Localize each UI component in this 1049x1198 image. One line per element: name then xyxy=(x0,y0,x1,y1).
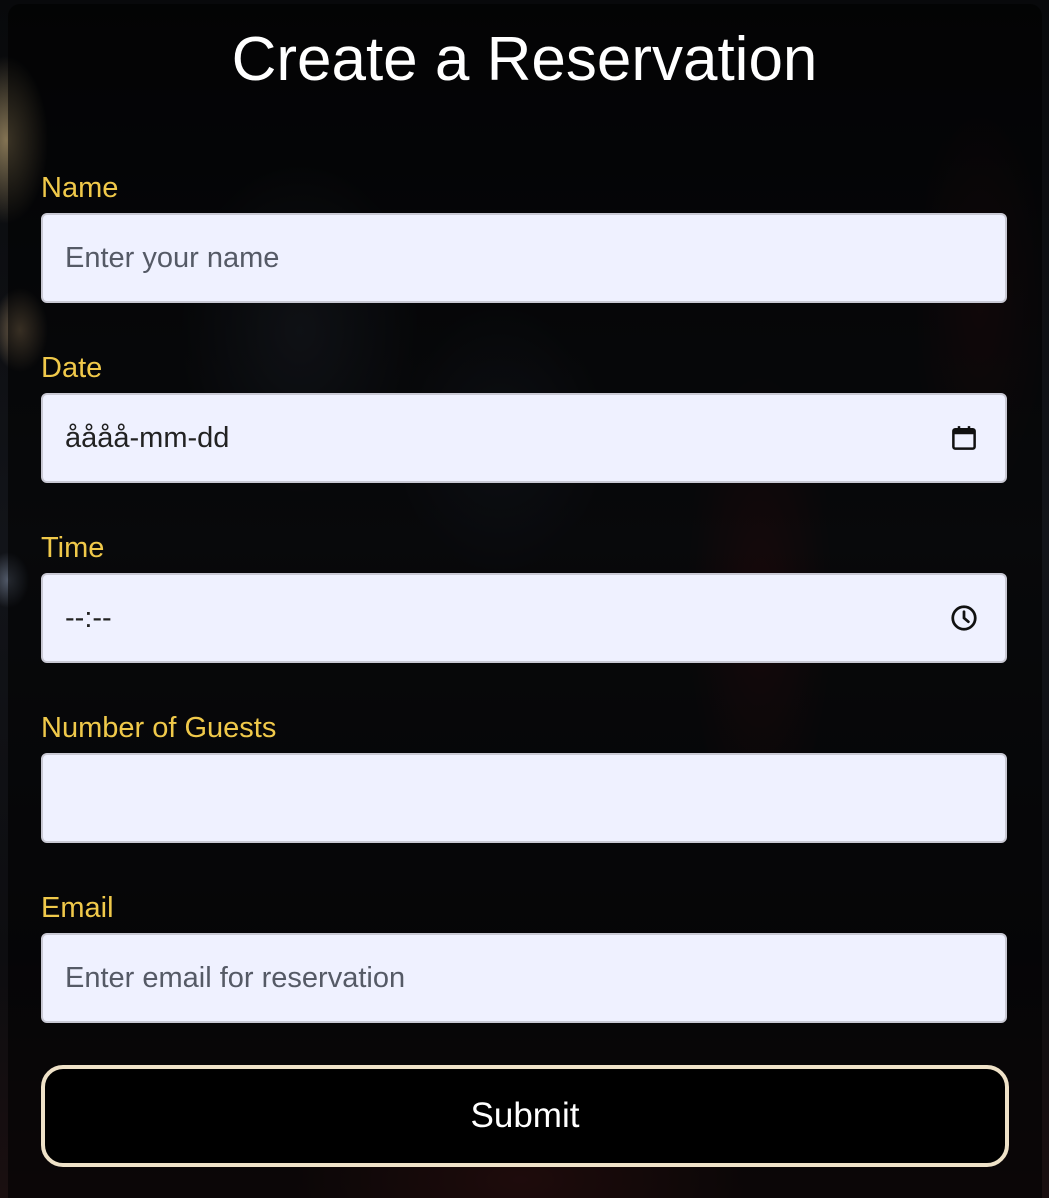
name-input[interactable] xyxy=(43,215,1005,301)
clock-icon[interactable] xyxy=(949,603,979,633)
guests-input[interactable] xyxy=(43,755,1005,841)
name-label: Name xyxy=(41,172,119,204)
date-format-text: åååå-mm-dd xyxy=(65,422,230,454)
date-label: Date xyxy=(41,352,103,384)
email-input[interactable] xyxy=(43,935,1005,1021)
page-title: Create a Reservation xyxy=(231,25,818,94)
name-field-box xyxy=(41,213,1007,303)
background: Create a Reservation Name Date åååå-mm-d… xyxy=(0,0,1049,1198)
submit-button[interactable]: Submit xyxy=(41,1065,1009,1167)
time-format-text: --:-- xyxy=(65,602,112,634)
date-input[interactable]: åååå-mm-dd xyxy=(41,393,1007,483)
time-label: Time xyxy=(41,532,105,564)
calendar-icon[interactable] xyxy=(949,423,979,453)
email-field-box xyxy=(41,933,1007,1023)
time-input[interactable]: --:-- xyxy=(41,573,1007,663)
guests-label: Number of Guests xyxy=(41,712,277,744)
email-label: Email xyxy=(41,892,114,924)
guests-field-box xyxy=(41,753,1007,843)
